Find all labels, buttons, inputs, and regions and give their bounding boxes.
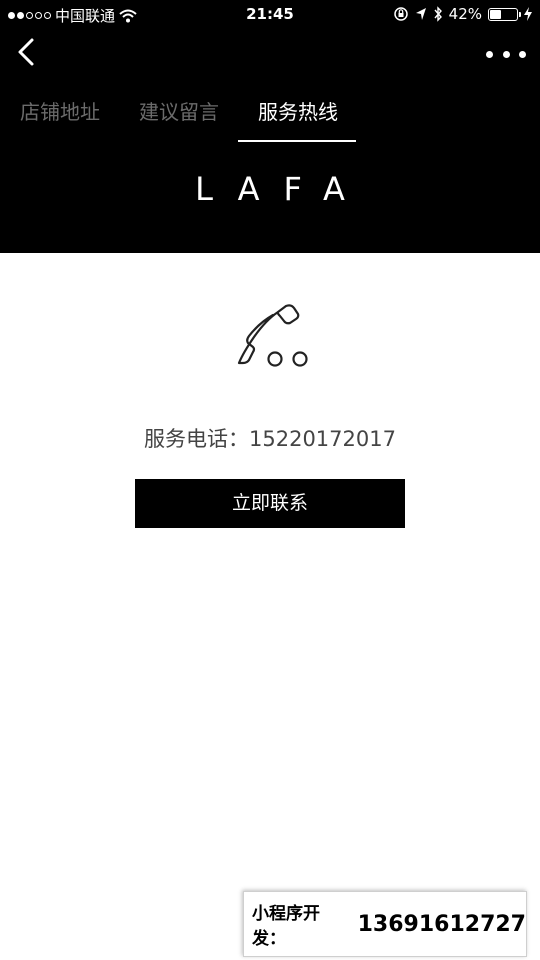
- brand-logo: LAFA: [195, 170, 369, 208]
- battery-fill: [490, 9, 501, 19]
- charging-bolt-icon: [524, 7, 532, 21]
- status-right: 42%: [393, 5, 532, 23]
- tab-suggestions[interactable]: 建议留言: [139, 92, 219, 142]
- header: 店铺地址 建议留言 服务热线 LAFA: [0, 30, 540, 253]
- watermark-number: 13691612727: [357, 911, 526, 937]
- more-dots-icon[interactable]: [486, 42, 526, 66]
- active-tab-indicator: [238, 140, 356, 142]
- bluetooth-icon: [434, 6, 442, 22]
- status-bar: 中国联通 21:45 42%: [0, 0, 540, 30]
- phone-handset-icon: [228, 303, 312, 373]
- location-arrow-icon: [415, 8, 426, 20]
- developer-contact-watermark: 小程序开发： 13691612727: [243, 891, 527, 957]
- back-button[interactable]: [12, 36, 48, 72]
- tab-service-hotline[interactable]: 服务热线: [258, 92, 338, 142]
- battery-icon: [488, 7, 521, 21]
- watermark-label: 小程序开发：: [252, 904, 320, 949]
- battery-percent: 42%: [448, 5, 482, 23]
- contact-now-button[interactable]: 立即联系: [135, 479, 405, 528]
- chevron-left-icon: [18, 38, 34, 66]
- tab-store-address[interactable]: 店铺地址: [20, 92, 100, 142]
- service-phone-number: 服务电话：15220172017: [144, 427, 396, 451]
- tab-bar: 店铺地址 建议留言 服务热线: [0, 92, 540, 142]
- rotation-lock-icon: [393, 7, 408, 21]
